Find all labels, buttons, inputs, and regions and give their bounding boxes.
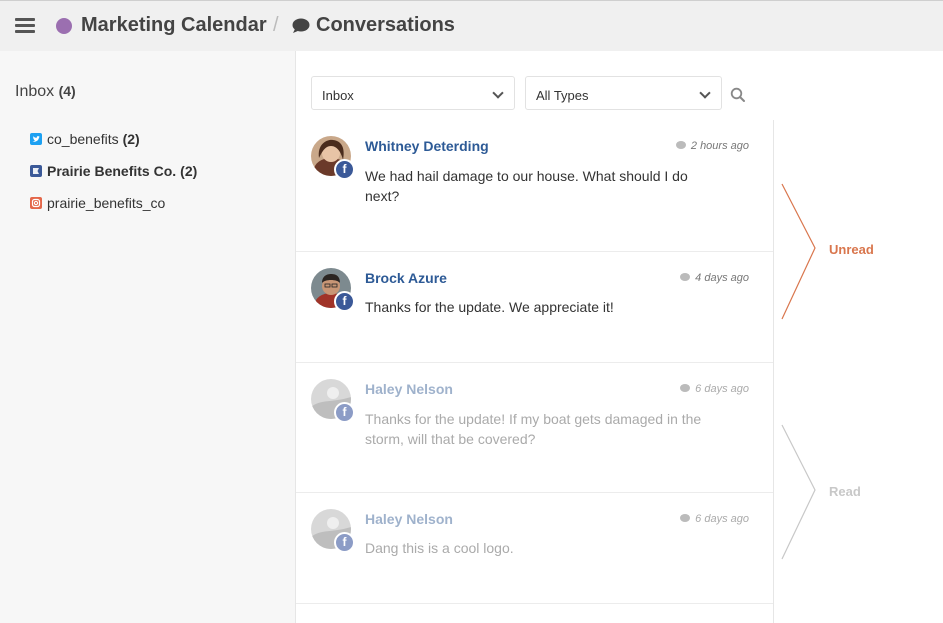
conversation-message: Thanks for the update! If my boat gets d… <box>365 411 702 447</box>
conversation-sender[interactable]: Haley Nelson <box>365 381 453 397</box>
facebook-page-icon <box>30 165 42 177</box>
conversation-item[interactable]: f Haley Nelson 6 days ago Dang this is a… <box>296 493 773 604</box>
conversation-time: 6 days ago <box>680 513 749 525</box>
conversation-message: Thanks for the update. We appreciate it! <box>365 299 614 315</box>
read-bracket <box>781 424 816 560</box>
sidebar-account-co-benefits[interactable]: co_benefits (2) <box>30 131 140 147</box>
search-icon[interactable] <box>730 87 746 103</box>
inbox-count: (4) <box>58 83 76 99</box>
conversation-item[interactable]: f Haley Nelson 6 days ago Thanks for the… <box>296 363 773 493</box>
conversation-time-text: 6 days ago <box>695 513 749 525</box>
account-count: (2) <box>122 131 140 147</box>
instagram-icon <box>30 197 42 209</box>
unread-annotation: Unread <box>829 242 874 257</box>
folder-select-value: Inbox <box>322 88 354 103</box>
account-name: prairie_benefits_co <box>47 195 166 211</box>
conversation-message: We had hail damage to our house. What sh… <box>365 168 688 204</box>
conversation-item[interactable]: f Brock Azure 4 days ago Thanks for the … <box>296 252 773 363</box>
chevron-down-icon <box>492 87 504 99</box>
comment-icon <box>675 141 686 149</box>
account-name: co_benefits <box>47 131 119 147</box>
account-name: Prairie Benefits Co. <box>47 163 177 179</box>
unread-bracket <box>781 183 816 320</box>
breadcrumb-calendar[interactable]: Marketing Calendar <box>81 14 267 37</box>
top-bar: Marketing Calendar / Conversations <box>0 0 943 51</box>
account-count: (2) <box>180 163 198 179</box>
facebook-icon: f <box>334 291 355 312</box>
type-select-value: All Types <box>536 88 589 103</box>
sidebar-account-prairie-benefits-co[interactable]: prairie_benefits_co <box>30 195 165 211</box>
facebook-icon: f <box>334 532 355 553</box>
conversation-time: 2 hours ago <box>675 140 749 152</box>
sidebar-account-prairie-benefits[interactable]: Prairie Benefits Co. (2) <box>30 163 197 179</box>
folder-select[interactable]: Inbox <box>311 76 515 110</box>
chevron-down-icon <box>699 87 711 99</box>
conversation-time-text: 4 days ago <box>695 272 749 284</box>
comment-icon <box>680 273 691 281</box>
conversation-sender[interactable]: Brock Azure <box>365 270 447 286</box>
speech-bubble-icon <box>292 18 310 33</box>
comment-icon <box>680 384 691 392</box>
type-select[interactable]: All Types <box>525 76 722 110</box>
conversation-message: Dang this is a cool logo. <box>365 540 514 556</box>
annotation-brace <box>781 183 816 560</box>
conversation-sender[interactable]: Haley Nelson <box>365 511 453 527</box>
calendar-color-dot <box>56 18 72 34</box>
page-title: Conversations <box>316 14 455 36</box>
conversation-time-text: 2 hours ago <box>690 140 749 152</box>
conversation-sender[interactable]: Whitney Deterding <box>365 138 489 154</box>
read-annotation: Read <box>829 484 861 499</box>
conversation-time: 4 days ago <box>680 272 749 284</box>
sidebar-inbox[interactable]: Inbox (4) <box>15 83 76 101</box>
conversation-time: 6 days ago <box>680 383 749 395</box>
sidebar: Inbox (4) co_benefits (2) Prairie Benefit… <box>0 51 296 623</box>
conversation-item[interactable]: f Whitney Deterding 2 hours ago We had h… <box>296 120 773 252</box>
inbox-label: Inbox <box>15 83 55 100</box>
comment-icon <box>680 514 691 522</box>
facebook-icon: f <box>334 402 355 423</box>
twitter-icon <box>30 133 42 145</box>
facebook-icon: f <box>334 159 355 180</box>
breadcrumb-separator: / <box>273 14 279 36</box>
hamburger-menu-icon[interactable] <box>15 18 35 34</box>
conversation-list: f Whitney Deterding 2 hours ago We had h… <box>296 120 774 623</box>
conversation-time-text: 6 days ago <box>695 383 749 395</box>
